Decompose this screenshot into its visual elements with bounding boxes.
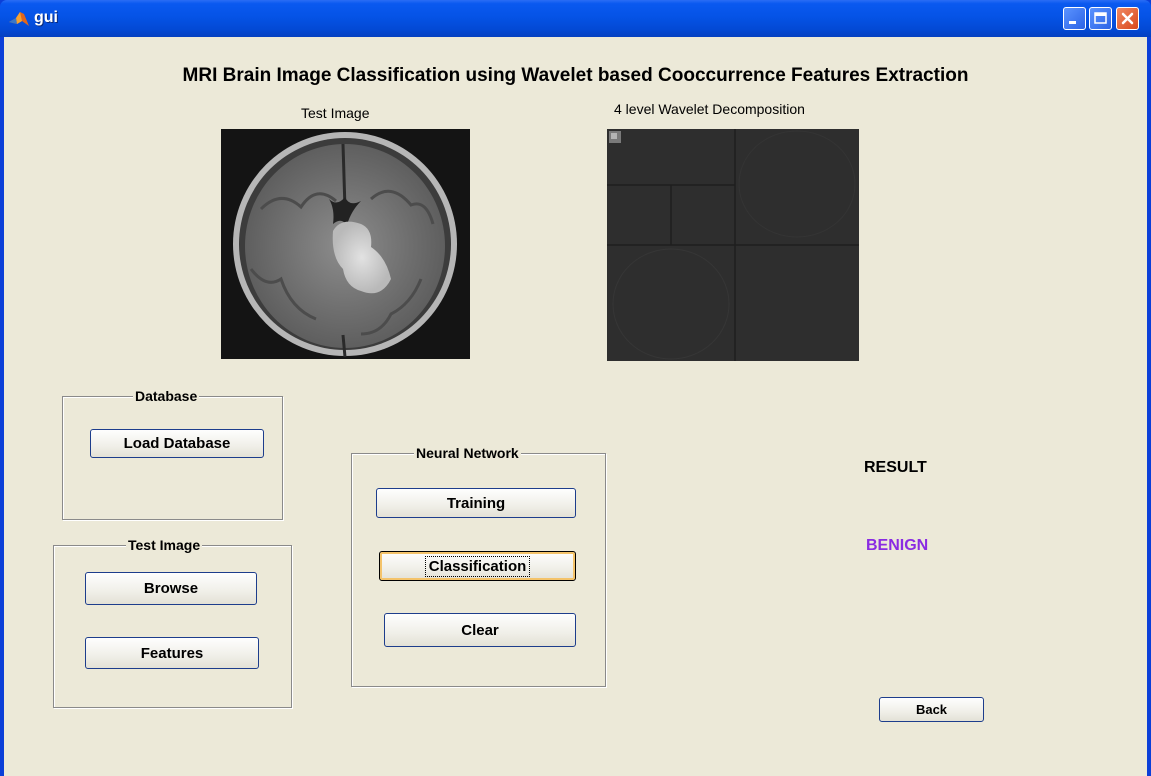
figure-area: MRI Brain Image Classification using Wav… [4,37,1147,776]
neural-network-panel-title: Neural Network [414,445,521,461]
features-button[interactable]: Features [85,637,259,669]
mri-brain-image [221,129,470,359]
load-database-label: Load Database [123,435,231,452]
features-label: Features [140,644,204,662]
database-panel: Database Load Database [62,388,283,520]
wavelet-axes [607,129,859,361]
result-label: RESULT [864,459,927,476]
app-window: gui MRI Brain Image Classification using… [0,0,1151,776]
browse-button[interactable]: Browse [85,572,257,605]
title-bar[interactable]: gui [0,0,1151,37]
maximize-button[interactable] [1089,7,1112,30]
browse-label: Browse [143,580,199,597]
neural-network-panel: Neural Network Training Classification C… [351,445,606,687]
page-title: MRI Brain Image Classification using Wav… [182,65,969,86]
training-label: Training [446,494,506,512]
close-button[interactable] [1116,7,1139,30]
matlab-icon [9,12,29,26]
classification-button[interactable]: Classification [379,551,576,581]
test-image-panel: Test Image Browse Features [53,537,292,708]
wavelet-image-label: 4 level Wavelet Decomposition [614,101,805,117]
minimize-button[interactable] [1063,7,1086,30]
minimize-icon [1069,21,1076,24]
test-image-label: Test Image [301,105,370,121]
back-button[interactable]: Back [879,697,984,722]
back-label: Back [915,702,948,717]
test-image-axes [221,129,470,359]
close-icon [1121,12,1134,25]
window-title: gui [34,9,58,26]
maximize-icon [1094,12,1107,24]
wavelet-decomposition-image [607,129,859,361]
load-database-button[interactable]: Load Database [90,429,264,458]
result-value: BENIGN [866,537,929,554]
training-button[interactable]: Training [376,488,576,518]
clear-button[interactable]: Clear [384,613,576,647]
test-image-panel-title: Test Image [126,537,203,553]
classification-label: Classification [424,555,531,577]
clear-label: Clear [461,621,499,639]
database-panel-title: Database [133,388,200,404]
